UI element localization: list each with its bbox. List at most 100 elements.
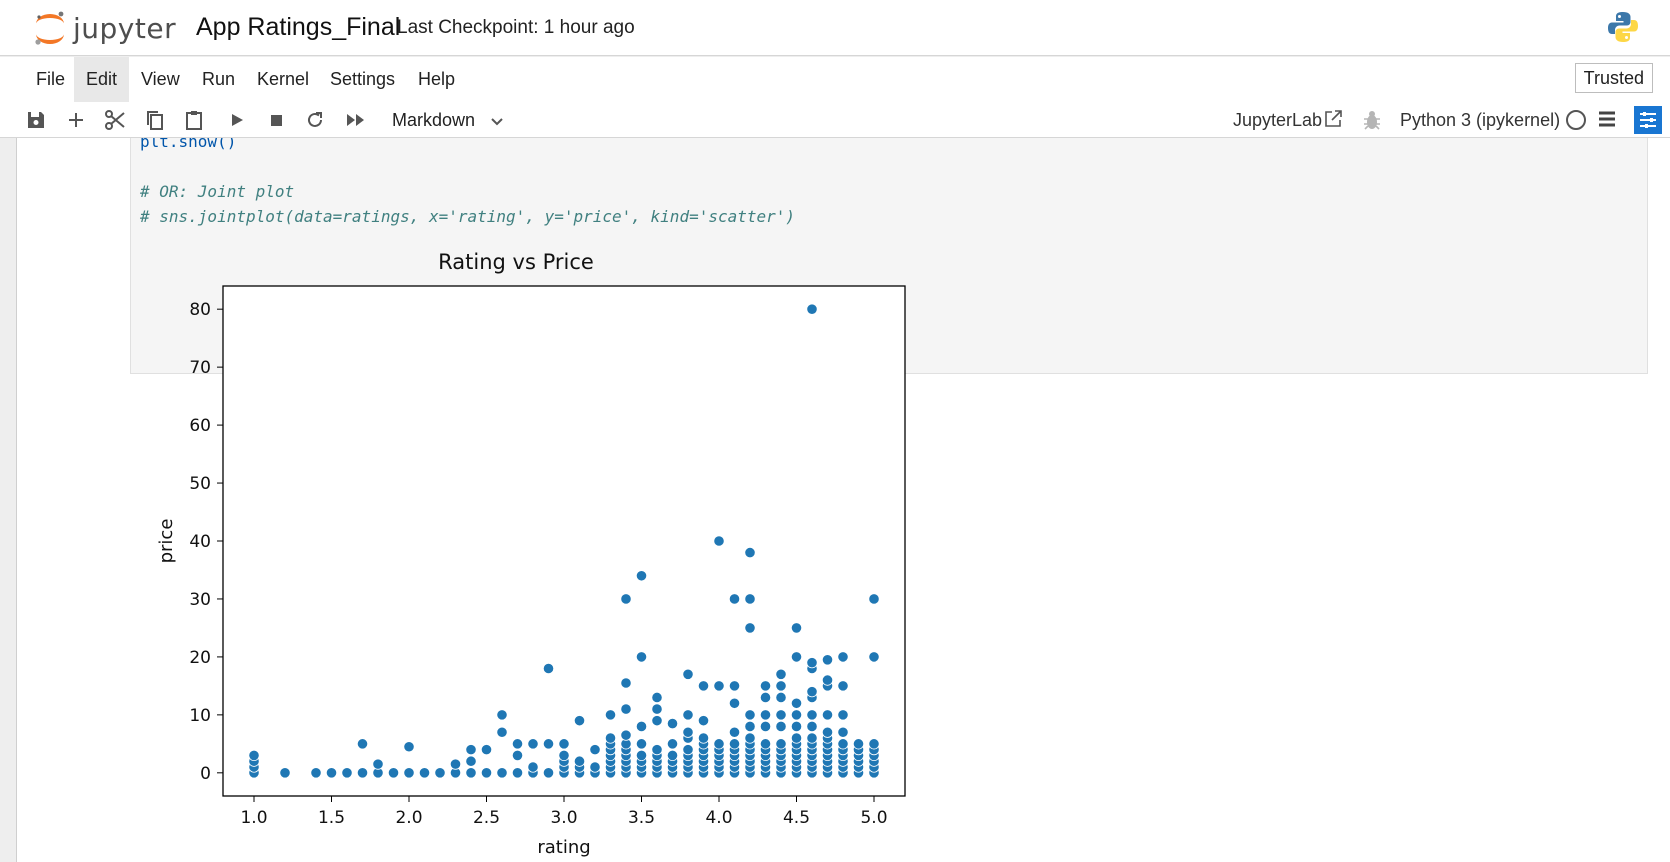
scatter-point: [790, 697, 803, 709]
menu-help[interactable]: Help: [406, 57, 467, 102]
chevron-down-icon[interactable]: [489, 110, 505, 135]
scatter-point: [589, 744, 601, 756]
scatter-point: [682, 726, 694, 738]
y-tick-label: 10: [189, 706, 211, 726]
notebook-panel: plt.show() # OR: Joint plot # sns.jointplo…: [16, 138, 1670, 862]
y-axis-label: price: [156, 519, 177, 564]
code-comment: # sns.jointplot(data=ratings, x='rating'…: [140, 207, 796, 226]
chart-title: Rating vs Price: [438, 250, 594, 274]
app-header: jupyter App Ratings_Final Last Checkpoin…: [0, 0, 1670, 56]
y-tick-label: 40: [189, 532, 211, 552]
x-ticks: 1.0 1.5 2.0 2.5 3.0 3.5 4.0 4.5 5.0: [240, 796, 888, 828]
scatter-point: [682, 744, 694, 756]
scatter-point: [790, 732, 803, 744]
scatter-point: [403, 767, 415, 779]
kernel-status-icon: [1566, 110, 1586, 130]
scatter-point: [635, 749, 648, 762]
menu-view[interactable]: View: [129, 57, 192, 102]
scatter-point: [790, 622, 803, 634]
scatter-point: [775, 680, 787, 692]
scatter-point: [744, 546, 756, 559]
scatter-point: [620, 593, 632, 605]
menu-file[interactable]: File: [24, 57, 77, 102]
property-inspector-icon[interactable]: [1634, 106, 1662, 134]
menu-edit[interactable]: Edit: [74, 57, 130, 102]
scatter-point: [573, 755, 586, 767]
scatter-point: [806, 686, 818, 698]
scatter-point: [511, 738, 524, 750]
stop-icon[interactable]: [262, 106, 290, 134]
paste-icon[interactable]: [180, 106, 208, 134]
scatter-point: [728, 726, 741, 738]
x-tick-label: 2.0: [395, 808, 422, 828]
scatter-point: [279, 767, 291, 779]
notebook-toolbar: Markdown JupyterLab Python 3 (ipykernel): [0, 102, 1670, 138]
kernel-name[interactable]: Python 3 (ipykernel): [1400, 106, 1560, 134]
scatter-point: [511, 749, 524, 762]
scatter-point: [542, 738, 555, 750]
add-cell-icon[interactable]: [62, 106, 90, 134]
scatter-point: [542, 662, 555, 675]
jupyterlab-link[interactable]: JupyterLab: [1233, 106, 1322, 134]
scatter-point: [465, 744, 477, 756]
scatter-point: [759, 720, 772, 733]
notebook-title[interactable]: App Ratings_Final: [196, 13, 400, 42]
x-tick-label: 3.0: [550, 808, 577, 828]
debugger-bug-icon[interactable]: [1362, 109, 1382, 136]
scatter-point: [527, 738, 539, 750]
jupyter-logo[interactable]: jupyter: [33, 8, 176, 48]
scatter-point: [728, 697, 741, 709]
scatter-point: [651, 703, 663, 715]
scatter-point: [325, 767, 338, 779]
y-ticks: 0 10 20 30 40 50 60 70 80: [189, 300, 223, 784]
y-tick-label: 60: [189, 416, 211, 436]
code-line-0: plt.show(): [140, 138, 1647, 154]
scatter-point: [666, 749, 679, 762]
trusted-indicator[interactable]: Trusted: [1574, 63, 1653, 93]
scatter-point: [728, 593, 741, 605]
copy-icon[interactable]: [141, 106, 169, 134]
code-line-3: # sns.jointplot(data=ratings, x='rating'…: [140, 204, 1647, 229]
scatter-point: [775, 720, 787, 733]
scatter-point: [635, 651, 648, 663]
scatter-point: [356, 738, 369, 750]
code-text: plt.show(): [140, 138, 237, 151]
x-tick-label: 1.5: [318, 808, 345, 828]
scatter-point: [635, 738, 648, 750]
y-tick-label: 30: [189, 590, 211, 610]
table-of-contents-icon[interactable]: [1597, 108, 1617, 135]
scatter-point: [480, 744, 493, 756]
scatter-point: [418, 767, 431, 779]
scatter-point: [620, 677, 632, 689]
scatter-point: [759, 709, 772, 721]
x-tick-label: 3.5: [628, 808, 655, 828]
scatter-point: [775, 691, 787, 704]
scatter-point: [806, 732, 818, 744]
y-tick-label: 80: [189, 300, 211, 320]
scatter-point: [790, 651, 803, 663]
scatter-point: [589, 761, 601, 773]
logo-text: jupyter: [73, 11, 177, 45]
scatter-point: [434, 767, 446, 779]
menu-run[interactable]: Run: [190, 57, 247, 102]
x-axis-label: rating: [537, 837, 590, 858]
scatter-point: [852, 738, 865, 750]
x-tick-label: 4.5: [783, 808, 810, 828]
scatter-point: [387, 767, 400, 779]
fast-forward-icon[interactable]: [342, 106, 370, 134]
menu-settings[interactable]: Settings: [318, 57, 407, 102]
save-icon[interactable]: [22, 106, 50, 134]
scatter-point: [868, 593, 880, 605]
scatter-point: [713, 680, 725, 692]
run-icon[interactable]: [223, 106, 251, 134]
code-line-2: # OR: Joint plot: [140, 179, 1647, 204]
cut-icon[interactable]: [101, 106, 129, 134]
scatter-point: [837, 709, 849, 721]
external-link-icon[interactable]: [1323, 109, 1343, 134]
cell-type-select[interactable]: Markdown: [392, 106, 475, 134]
y-tick-label: 50: [189, 474, 211, 494]
restart-icon[interactable]: [301, 106, 329, 134]
menu-kernel[interactable]: Kernel: [245, 57, 321, 102]
code-editor[interactable]: plt.show() # OR: Joint plot # sns.jointplo…: [131, 138, 1647, 229]
scatter-point: [806, 303, 818, 315]
